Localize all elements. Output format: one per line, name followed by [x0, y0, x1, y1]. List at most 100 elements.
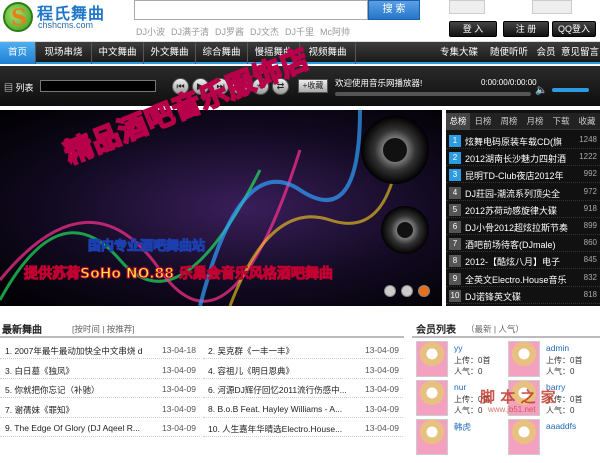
login-button[interactable]: 登 入 — [449, 21, 497, 37]
song-row[interactable]: 4. 容祖儿《明日恩典》 13-04-09 — [203, 361, 403, 379]
progress-bar[interactable] — [335, 92, 531, 96]
song-row[interactable]: 1. 2007年最牛最动加快全中文串烧 d... 13-04-18 — [0, 341, 200, 359]
ranking-item[interactable]: 9 全英文Electro.House音乐 832 — [446, 271, 600, 287]
avatar[interactable] — [416, 380, 448, 416]
song-title[interactable]: 6. 河源DJ辉仔回忆2011流行伤感中... — [208, 384, 346, 396]
rank-title[interactable]: 2012湖南长沙魅力四射酒 — [465, 152, 571, 165]
ranking-item[interactable]: 10 DJ诺锋英文碟 818 — [446, 288, 600, 304]
rank-title[interactable]: 2012苏荷动感旋律大碟 — [465, 204, 571, 217]
members-tabs[interactable]: （最新 | 人气） — [466, 323, 524, 335]
member-name[interactable]: admin — [546, 343, 569, 353]
tab-favorites[interactable]: 收藏 — [575, 113, 599, 130]
song-row[interactable]: 3. 白日墓《独凤》 13-04-09 — [0, 361, 200, 379]
song-row[interactable]: 5. 你就把你忘记（补驰） 13-04-09 — [0, 380, 200, 398]
nav-foreign[interactable]: 外文舞曲 — [144, 42, 196, 64]
nav-home[interactable]: 首页 — [0, 42, 36, 64]
hot-word[interactable]: Mc阿帅 — [320, 27, 350, 37]
avatar[interactable] — [508, 341, 540, 377]
search-button[interactable]: 搜 索 — [368, 0, 420, 20]
hot-word[interactable]: DJ千里 — [285, 27, 314, 37]
avatar[interactable] — [416, 419, 448, 455]
hot-word[interactable]: DJ满子清 — [171, 27, 209, 37]
playlist-select[interactable] — [40, 80, 156, 92]
member-name[interactable]: aaaddfs — [546, 421, 576, 431]
song-title[interactable]: 2. 吴克群《一丰一丰》 — [208, 345, 346, 357]
logo-icon[interactable]: S — [3, 2, 33, 32]
avatar[interactable] — [508, 419, 540, 455]
member-card[interactable]: 韩虎 — [416, 419, 508, 463]
qq-login-button[interactable]: QQ登入 — [552, 21, 596, 37]
rank-title[interactable]: DJ诺锋英文碟 — [465, 290, 571, 303]
ranking-item[interactable]: 8 2012-【酷炫八月】电子 845 — [446, 253, 600, 270]
member-name[interactable]: 韩虎 — [454, 421, 471, 433]
member-name[interactable]: yy — [454, 343, 463, 353]
song-title[interactable]: 4. 容祖儿《明日恩典》 — [208, 365, 346, 377]
rank-title[interactable]: 炫舞电码原装车载CD(旗 — [465, 135, 571, 148]
watermark: 脚 本 之 家 — [480, 388, 556, 406]
register-button[interactable]: 注 册 — [503, 21, 549, 37]
ranking-item[interactable]: 7 酒吧前场待客(DJmale) 860 — [446, 236, 600, 253]
song-title[interactable]: 7. 谢蒨妹《罪知》 — [5, 404, 143, 416]
hot-word[interactable]: DJ小波 — [136, 27, 165, 37]
rank-title[interactable]: DJ莊园-潮流系列顶尖全 — [465, 187, 571, 200]
username-field[interactable] — [449, 0, 485, 14]
song-row[interactable]: 6. 河源DJ辉仔回忆2011流行伤感中... 13-04-09 — [203, 380, 403, 398]
song-title[interactable]: 3. 白日墓《独凤》 — [5, 365, 143, 377]
rank-title[interactable]: 2012-【酷炫八月】电子 — [465, 255, 571, 268]
nav-live-mix[interactable]: 现场串烧 — [36, 42, 92, 64]
ranking-item[interactable]: 3 昆明TD-Club夜店2012年 992 — [446, 167, 600, 184]
song-row[interactable]: 2. 吴克群《一丰一丰》 13-04-09 — [203, 341, 403, 359]
ranking-item[interactable]: 6 DJ小骨2012超炫拉斯节奏 899 — [446, 219, 600, 235]
slide-dot[interactable] — [401, 285, 413, 297]
ranking-item[interactable]: 5 2012苏荷动感旋律大碟 918 — [446, 202, 600, 218]
song-title[interactable]: 5. 你就把你忘记（补驰） — [5, 384, 143, 396]
rank-title[interactable]: 全英文Electro.House音乐 — [465, 273, 571, 286]
hot-word[interactable]: DJ文杰 — [250, 27, 279, 37]
song-title[interactable]: 8. B.o.B Feat. Hayley Williams - A... — [208, 404, 346, 414]
song-row[interactable]: 7. 谢蒨妹《罪知》 13-04-09 — [0, 400, 200, 418]
nav-feedback[interactable]: 意见留言 — [560, 42, 600, 64]
new-songs-sort[interactable]: [按时间 | 按推荐] — [72, 323, 135, 335]
member-card[interactable]: yy 上传：0首 人气：0 — [416, 341, 508, 385]
ranking-item[interactable]: 2 2012湖南长沙魅力四射酒 1222 — [446, 150, 600, 167]
song-row[interactable]: 10. 人生嘉年华晴选Electro.House... 13-04-09 — [203, 419, 403, 437]
search-input[interactable] — [134, 0, 368, 20]
tab-month[interactable]: 月榜 — [523, 113, 547, 130]
rank-title[interactable]: 酒吧前场待客(DJmale) — [465, 238, 571, 251]
password-field[interactable] — [532, 0, 572, 14]
song-row[interactable]: 9. The Edge Of Glory (DJ Aqeel R... 13-04… — [0, 419, 200, 437]
slide-dot-active[interactable] — [418, 285, 430, 297]
member-popularity: 人气：0 — [454, 406, 483, 415]
tab-total[interactable]: 总榜 — [446, 113, 470, 130]
member-card[interactable]: admin 上传：0首 人气：0 — [508, 341, 600, 385]
tab-download[interactable]: 下载 — [549, 113, 573, 130]
rank-title[interactable]: DJ小骨2012超炫拉斯节奏 — [465, 221, 571, 234]
nav-chinese[interactable]: 中文舞曲 — [92, 42, 144, 64]
favorite-button[interactable]: +收藏 — [298, 79, 328, 93]
song-row[interactable]: 8. B.o.B Feat. Hayley Williams - A... 13-… — [203, 400, 403, 418]
tab-week[interactable]: 周榜 — [497, 113, 521, 130]
hot-word[interactable]: DJ罗酱 — [215, 27, 244, 37]
tab-day[interactable]: 日榜 — [471, 113, 495, 130]
now-playing-text: 欢迎使用音乐网播放器! — [335, 78, 423, 88]
song-title[interactable]: 9. The Edge Of Glory (DJ Aqeel R... — [5, 423, 143, 433]
nav-random[interactable]: 随便听听 — [484, 42, 534, 64]
volume-icon[interactable]: 🔈 — [535, 85, 547, 96]
ranking-item[interactable]: 4 DJ莊园-潮流系列顶尖全 972 — [446, 185, 600, 201]
rank-number: 4 — [449, 186, 461, 199]
song-title[interactable]: 10. 人生嘉年华晴选Electro.House... — [208, 423, 346, 435]
banner-description: 提供苏荷SoHo NO.88 乐巢会音乐风格酒吧舞曲 — [24, 266, 334, 283]
rank-title[interactable]: 昆明TD-Club夜店2012年 — [465, 169, 571, 182]
slide-dot[interactable] — [384, 285, 396, 297]
ranking-item[interactable]: 1 炫舞电码原装车载CD(旗 1248 — [446, 133, 600, 149]
rank-number: 10 — [449, 289, 461, 302]
volume-slider[interactable] — [552, 88, 590, 92]
nav-albums[interactable]: 专集大碟 — [434, 42, 484, 64]
song-date: 13-04-18 — [161, 345, 196, 355]
avatar[interactable] — [416, 341, 448, 377]
member-name[interactable]: nur — [454, 382, 466, 392]
member-card[interactable]: aaaddfs — [508, 419, 600, 463]
nav-members[interactable]: 会员 — [534, 42, 558, 64]
song-date: 13-04-09 — [364, 345, 399, 355]
song-title[interactable]: 1. 2007年最牛最动加快全中文串烧 d... — [5, 345, 143, 357]
